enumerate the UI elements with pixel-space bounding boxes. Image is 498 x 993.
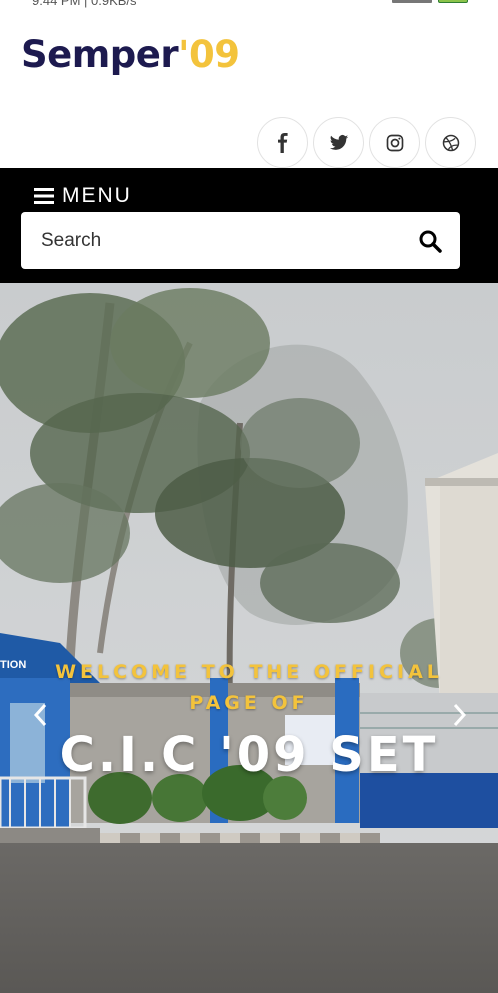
logo-text: Semper	[21, 33, 179, 76]
menu-toggle[interactable]: MENU	[34, 184, 132, 208]
twitter-link[interactable]	[313, 117, 364, 168]
status-icons	[392, 0, 468, 3]
chevron-right-icon	[453, 703, 467, 727]
instagram-icon	[385, 133, 405, 153]
battery-icon	[438, 0, 468, 3]
status-bar: 9:44 PM | 0.9KB/s	[0, 0, 498, 10]
hamburger-icon	[34, 188, 54, 204]
nav-bar: MENU	[0, 168, 498, 283]
twitter-icon	[329, 133, 349, 153]
status-time: 9:44 PM | 0.9KB/s	[32, 0, 137, 8]
instagram-link[interactable]	[369, 117, 420, 168]
search-button[interactable]	[416, 227, 444, 255]
search-bar	[21, 212, 460, 269]
logo-suffix: '09	[178, 33, 240, 76]
dribbble-icon	[441, 133, 461, 153]
chevron-left-icon	[33, 703, 47, 727]
hero-image: TION	[0, 283, 498, 993]
site-header: Semper'09	[0, 10, 498, 168]
search-input[interactable]	[41, 229, 416, 252]
hero-welcome-line-1: WELCOME TO THE OFFICIAL	[55, 661, 443, 683]
search-icon	[418, 229, 442, 253]
hero-caption: WELCOME TO THE OFFICIAL PAGE OF C.I.C '0…	[0, 657, 498, 783]
hero-title: C.I.C '09 SET	[59, 727, 439, 783]
social-links	[257, 117, 476, 168]
hero-slider: TION WELCOME TO THE OFFICIAL PAGE OF C.I…	[0, 283, 498, 993]
slider-prev-button[interactable]	[28, 701, 52, 729]
hero-welcome-line-2: PAGE OF	[189, 692, 309, 714]
facebook-icon	[273, 132, 293, 153]
slider-next-button[interactable]	[448, 701, 472, 729]
facebook-link[interactable]	[257, 117, 308, 168]
site-logo[interactable]: Semper'09	[21, 33, 240, 76]
menu-label: MENU	[62, 184, 132, 207]
signal-icon	[392, 0, 432, 3]
hero-welcome: WELCOME TO THE OFFICIAL PAGE OF	[0, 657, 498, 719]
dribbble-link[interactable]	[425, 117, 476, 168]
